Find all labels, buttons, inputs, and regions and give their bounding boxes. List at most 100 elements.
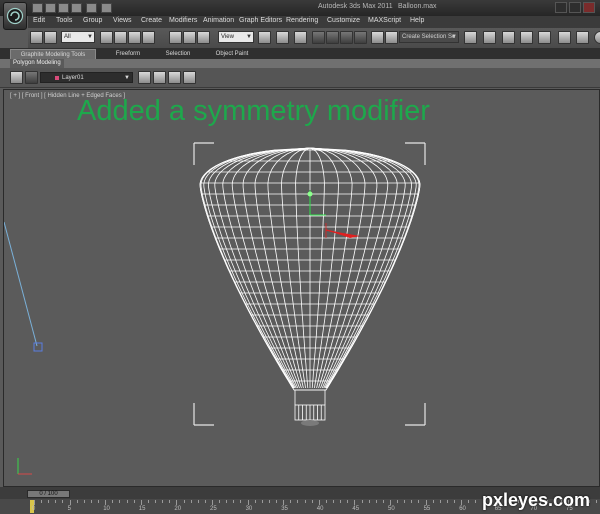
add-to-layer-icon[interactable]	[153, 71, 166, 84]
menu-modifiers[interactable]: Modifiers	[169, 17, 197, 24]
mirror-icon[interactable]	[385, 31, 398, 44]
mesh-meridian	[309, 147, 413, 389]
reference-coord-dropdown[interactable]: View ▼	[218, 31, 254, 43]
layer-manager-icon[interactable]	[483, 31, 496, 44]
ribbon-panel-bar: Polygon Modeling	[0, 59, 600, 68]
selection-brackets	[193, 142, 426, 426]
project-folder-icon[interactable]	[101, 3, 112, 13]
tab-freeform[interactable]: Freeform	[108, 49, 148, 59]
spinner-snap-icon[interactable]	[354, 31, 367, 44]
current-layer-dropdown[interactable]: Layer01 ▼	[40, 72, 133, 83]
timeline-tick-mark	[418, 500, 420, 503]
minimize-icon[interactable]	[555, 2, 567, 13]
timeline-tick-mark	[432, 500, 434, 503]
percent-snap-icon[interactable]	[340, 31, 353, 44]
close-icon[interactable]	[583, 2, 595, 13]
timeline-tick-label: 10	[103, 506, 110, 512]
timeline-tick-mark	[404, 500, 406, 503]
window-crossing-icon[interactable]	[142, 31, 155, 44]
selection-filter-value: All	[64, 34, 71, 40]
menu-graph-editors[interactable]: Graph Editors	[239, 17, 282, 24]
menu-animation[interactable]: Animation	[203, 17, 234, 24]
file-title: Balloon.max	[398, 3, 437, 10]
menu-views[interactable]: Views	[113, 17, 132, 24]
tab-object-paint[interactable]: Object Paint	[210, 49, 254, 59]
panel-polygon-modeling[interactable]: Polygon Modeling	[10, 59, 64, 68]
menu-customize[interactable]: Customize	[327, 17, 360, 24]
timeline-tick-mark	[382, 500, 384, 503]
timeline-tick-label: 55	[423, 506, 431, 512]
axis-tripod-icon	[17, 458, 32, 475]
timeline-tick-mark	[126, 500, 128, 503]
application-button[interactable]	[3, 2, 27, 30]
timeline-tick-mark	[169, 500, 171, 503]
render-setup-icon[interactable]	[558, 31, 571, 44]
edit-named-selection-icon[interactable]	[371, 31, 384, 44]
graphite-toggle-icon[interactable]	[502, 31, 515, 44]
layer-manager-icon[interactable]	[10, 71, 23, 84]
timeline-tick-mark	[290, 500, 292, 503]
rectangular-selection-icon[interactable]	[128, 31, 141, 44]
material-editor-icon[interactable]	[538, 31, 551, 44]
new-file-icon[interactable]	[32, 3, 43, 13]
select-by-name-icon[interactable]	[114, 31, 127, 44]
timeline-tick-mark	[233, 500, 235, 503]
menu-maxscript[interactable]: MAXScript	[368, 17, 401, 24]
timeline-tick-mark	[439, 500, 441, 503]
named-selection-placeholder: Create Selection Se	[402, 34, 456, 40]
menu-rendering[interactable]: Rendering	[286, 17, 318, 24]
open-file-icon[interactable]	[45, 3, 56, 13]
select-in-layer-icon[interactable]	[168, 71, 181, 84]
selection-filter-dropdown[interactable]: All ▼	[61, 31, 95, 43]
manipulate-icon[interactable]	[276, 31, 289, 44]
save-file-icon[interactable]	[58, 3, 69, 13]
select-and-link-icon[interactable]	[30, 31, 43, 44]
timeline-tick-mark	[297, 500, 299, 503]
set-current-layer-icon[interactable]	[183, 71, 196, 84]
render-production-icon[interactable]	[594, 31, 600, 44]
select-and-move-icon[interactable]	[169, 31, 182, 44]
timeline-tick-mark	[390, 500, 391, 505]
mesh-meridian	[207, 147, 311, 389]
keyboard-shortcut-icon[interactable]	[294, 31, 307, 44]
timeline-tick-mark	[311, 500, 313, 503]
create-new-layer-icon[interactable]	[138, 71, 151, 84]
chevron-down-icon: ▼	[451, 34, 457, 40]
layer-visibility-icon[interactable]	[25, 71, 38, 84]
menu-edit[interactable]: Edit	[33, 17, 45, 24]
select-object-icon[interactable]	[100, 31, 113, 44]
curve-editor-icon[interactable]	[520, 31, 533, 44]
time-slider[interactable]: 0 / 100	[27, 490, 70, 498]
named-selection-dropdown[interactable]: Create Selection Se ▼	[399, 31, 459, 43]
unlink-icon[interactable]	[44, 31, 57, 44]
tab-selection[interactable]: Selection	[158, 49, 198, 59]
timeline-tick-mark	[76, 500, 78, 503]
menu-tools[interactable]: Tools	[56, 17, 72, 24]
undo-icon[interactable]	[71, 3, 82, 13]
timeline-tick-mark	[368, 500, 370, 503]
mesh-meridian	[295, 147, 311, 389]
timeline-tick-mark	[276, 500, 278, 503]
tab-graphite-modeling-tools[interactable]: Graphite Modeling Tools	[10, 49, 96, 59]
timeline-tick-mark	[283, 500, 285, 505]
pivot-center-icon[interactable]	[258, 31, 271, 44]
align-icon[interactable]	[464, 31, 477, 44]
select-and-scale-icon[interactable]	[197, 31, 210, 44]
front-viewport[interactable]: [ + ] [ Front ] [ Hidden Line + Edged Fa…	[3, 89, 600, 487]
snaps-toggle-icon[interactable]	[312, 31, 325, 44]
spline-vertex	[33, 342, 43, 352]
timeline-tick-mark	[446, 500, 448, 503]
menu-help[interactable]: Help	[410, 17, 424, 24]
select-and-rotate-icon[interactable]	[183, 31, 196, 44]
redo-icon[interactable]	[86, 3, 97, 13]
angle-snap-icon[interactable]	[326, 31, 339, 44]
render-frame-icon[interactable]	[576, 31, 589, 44]
menu-create[interactable]: Create	[141, 17, 162, 24]
timeline-tick-mark	[226, 500, 228, 503]
timeline-tick-mark	[105, 500, 107, 505]
title-bar: Autodesk 3ds Max 2011 Balloon.max	[0, 0, 600, 16]
timeline-tick-mark	[34, 500, 35, 505]
timeline-tick-label: 40	[316, 506, 324, 512]
menu-group[interactable]: Group	[83, 17, 102, 24]
maximize-icon[interactable]	[569, 2, 581, 13]
